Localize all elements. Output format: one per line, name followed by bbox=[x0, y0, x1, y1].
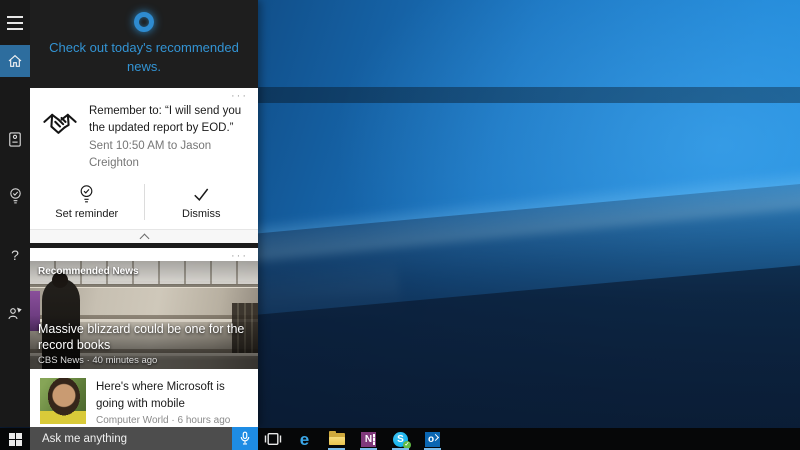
taskbar-onenote-button[interactable]: N bbox=[358, 428, 379, 450]
check-icon bbox=[191, 184, 211, 204]
skype-status-badge: ✓ bbox=[403, 441, 411, 449]
cortana-greeting: Check out today's recommended news. bbox=[30, 39, 258, 77]
news-card-more-button[interactable]: ··· bbox=[30, 248, 258, 261]
reminder-meta: Sent 10:50 AM to Jason Creighton bbox=[89, 138, 249, 173]
lightbulb-check-icon bbox=[78, 184, 95, 204]
skype-icon: S ✓ bbox=[393, 432, 408, 447]
start-button[interactable] bbox=[0, 428, 30, 450]
cortana-main: Check out today's recommended news. ··· … bbox=[30, 0, 258, 427]
windows-start-icon bbox=[9, 433, 22, 446]
news-secondary-item[interactable]: Here's where Microsoft is going with mob… bbox=[30, 369, 258, 427]
menu-button[interactable] bbox=[0, 15, 30, 31]
reminder-card: ··· Remember to: “I will send you the up… bbox=[30, 88, 258, 243]
news-headline-item[interactable]: Recommended News Massive blizzard could … bbox=[30, 261, 258, 369]
news-badge: Recommended News bbox=[38, 266, 139, 277]
edge-icon: e bbox=[300, 431, 309, 448]
handshake-icon bbox=[42, 108, 78, 142]
taskbar-outlook-button[interactable]: o bbox=[422, 428, 443, 450]
sidebar-item-reminders[interactable] bbox=[0, 186, 30, 206]
sidebar-item-home[interactable] bbox=[0, 45, 30, 77]
cortana-panel: ? Check out today's recommended news. ··… bbox=[0, 0, 258, 427]
taskbar-edge-button[interactable]: e bbox=[294, 428, 315, 450]
dismiss-button[interactable]: Dismiss bbox=[145, 184, 259, 220]
home-icon bbox=[7, 53, 23, 69]
reminder-card-more-button[interactable]: ··· bbox=[30, 88, 258, 102]
notebook-icon bbox=[7, 131, 23, 148]
chevron-up-icon bbox=[139, 233, 149, 243]
news-thumbnail bbox=[40, 378, 86, 424]
sidebar-item-feedback[interactable] bbox=[0, 303, 30, 323]
microphone-button[interactable] bbox=[232, 427, 258, 450]
question-icon: ? bbox=[11, 247, 19, 263]
sidebar-item-help[interactable]: ? bbox=[0, 245, 30, 265]
sidebar-item-notebook[interactable] bbox=[0, 129, 30, 149]
news-secondary-title: Here's where Microsoft is going with mob… bbox=[96, 379, 246, 412]
set-reminder-button[interactable]: Set reminder bbox=[30, 184, 145, 220]
dismiss-label: Dismiss bbox=[182, 208, 221, 220]
cortana-header: Check out today's recommended news. bbox=[30, 0, 258, 88]
microphone-icon bbox=[238, 431, 252, 446]
onenote-icon: N bbox=[361, 432, 376, 447]
news-secondary-text: Here's where Microsoft is going with mob… bbox=[96, 378, 246, 426]
reminder-actions: Set reminder Dismiss bbox=[30, 184, 258, 229]
taskbar-file-explorer-button[interactable] bbox=[326, 428, 347, 450]
taskbar-apps: e N S ✓ o bbox=[262, 428, 443, 450]
news-headline: Massive blizzard could be one for the re… bbox=[38, 321, 250, 354]
outlook-icon: o bbox=[425, 432, 440, 447]
cortana-ring-icon bbox=[134, 12, 154, 32]
search-box[interactable]: Ask me anything bbox=[30, 427, 258, 450]
folder-icon bbox=[329, 433, 345, 445]
reminder-title: Remember to: “I will send you the update… bbox=[89, 103, 249, 138]
set-reminder-label: Set reminder bbox=[55, 208, 118, 220]
lightbulb-check-icon bbox=[8, 187, 23, 205]
news-card: ··· Recommended News Massive blizzard co… bbox=[30, 248, 258, 427]
person-feedback-icon bbox=[7, 305, 23, 321]
cortana-sidebar: ? bbox=[0, 0, 30, 427]
news-secondary-source: Computer World · 6 hours ago bbox=[96, 415, 246, 426]
reminder-collapse-button[interactable] bbox=[30, 229, 258, 243]
reminder-text: Remember to: “I will send you the update… bbox=[89, 103, 249, 172]
search-placeholder: Ask me anything bbox=[30, 433, 232, 445]
taskbar-task-view-button[interactable] bbox=[262, 428, 283, 450]
news-source: CBS News · 40 minutes ago bbox=[38, 355, 250, 366]
hamburger-icon bbox=[7, 16, 23, 18]
task-view-icon bbox=[264, 431, 282, 447]
reminder-card-body: Remember to: “I will send you the update… bbox=[30, 102, 258, 172]
news-headline-wrap: Massive blizzard could be one for the re… bbox=[38, 321, 250, 367]
taskbar-skype-button[interactable]: S ✓ bbox=[390, 428, 411, 450]
